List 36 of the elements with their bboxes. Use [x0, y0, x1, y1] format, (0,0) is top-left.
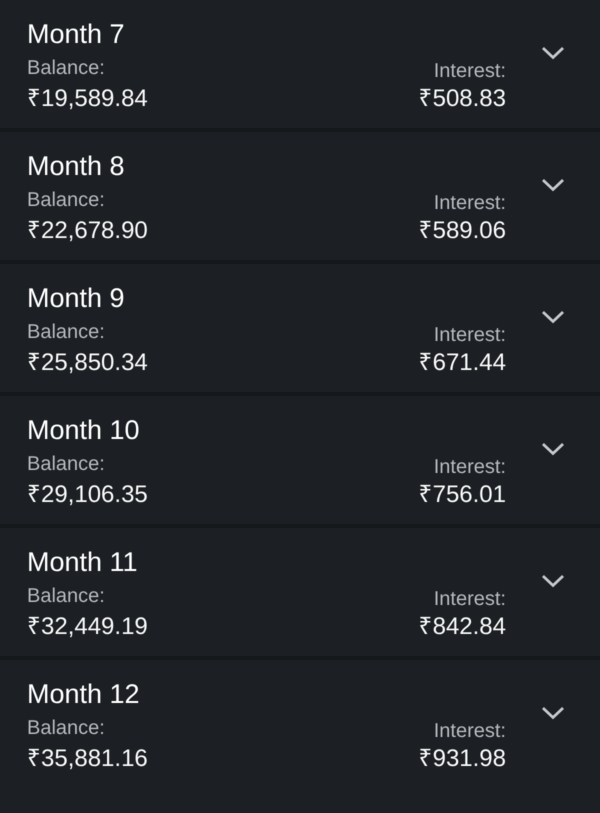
interest-label: Interest:: [434, 191, 506, 215]
balance-value: ₹32,449.19: [27, 612, 148, 642]
month-title: Month 8: [27, 150, 125, 182]
balance-value: ₹35,881.16: [27, 744, 148, 774]
balance-value: ₹22,678.90: [27, 216, 148, 246]
balance-value: ₹19,589.84: [27, 84, 148, 114]
chevron-icon: [542, 442, 564, 456]
balance-label: Balance:: [27, 188, 105, 212]
chevron-icon: [542, 178, 564, 192]
chevron-icon: [542, 574, 564, 588]
balance-label: Balance:: [27, 452, 105, 476]
month-title: Month 10: [27, 414, 140, 446]
interest-label: Interest:: [434, 587, 506, 611]
chevron-icon: [542, 706, 564, 720]
month-title: Month 9: [27, 282, 125, 314]
balance-label: Balance:: [27, 56, 105, 80]
month-title: Month 12: [27, 678, 140, 710]
balance-label: Balance:: [27, 320, 105, 344]
chevron-icon: [542, 310, 564, 324]
interest-label: Interest:: [434, 455, 506, 479]
balance-label: Balance:: [27, 584, 105, 608]
interest-value: ₹756.01: [418, 480, 506, 510]
balance-value: ₹25,850.34: [27, 348, 148, 378]
balance-value: ₹29,106.35: [27, 480, 148, 510]
chevron-icon: [542, 46, 564, 60]
balance-label: Balance:: [27, 716, 105, 740]
interest-label: Interest:: [434, 59, 506, 83]
interest-value: ₹931.98: [418, 744, 506, 774]
interest-value: ₹842.84: [418, 612, 506, 642]
month-title: Month 11: [27, 546, 138, 578]
interest-value: ₹589.06: [418, 216, 506, 246]
interest-value: ₹508.83: [418, 84, 506, 114]
interest-value: ₹671.44: [418, 348, 506, 378]
month-title: Month 7: [27, 18, 125, 50]
interest-label: Interest:: [434, 323, 506, 347]
interest-label: Interest:: [434, 719, 506, 743]
